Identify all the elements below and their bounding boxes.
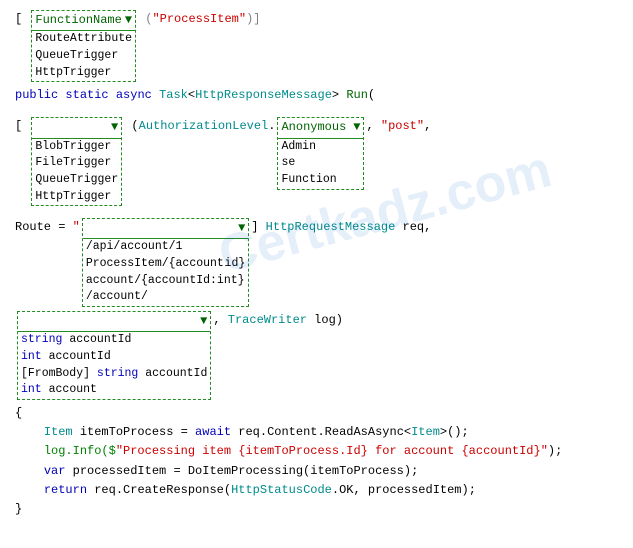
dd-accountid-arrow[interactable]: ▼ xyxy=(200,312,207,331)
body-brace-close: } xyxy=(15,500,618,519)
dd-anonymous[interactable]: Anonymous ▼ Admin se Function xyxy=(277,117,364,189)
body-line-4: return req.CreateResponse(HttpStatusCode… xyxy=(15,481,618,500)
authorizationlevel-text: (AuthorizationLevel. xyxy=(124,117,275,136)
body-line-3: var processedItem = DoItemProcessing(ite… xyxy=(15,462,618,481)
body-line-1: Item itemToProcess = await req.Content.R… xyxy=(15,423,618,442)
section-4: Route = " ▼ /api/account/1 ProcessItem/{… xyxy=(15,218,618,307)
dd-accountid-item-3[interactable]: [FromBody] string accountId xyxy=(18,366,210,383)
spacer-1 xyxy=(15,109,618,117)
kw-async: async xyxy=(116,86,159,105)
dd-blobtrigger-arrow[interactable]: ▼ xyxy=(111,118,118,137)
dd-anonymous-header[interactable]: Anonymous ▼ xyxy=(278,118,363,138)
dd-route-arrow[interactable]: ▼ xyxy=(238,219,245,238)
route-prefix: Route = " xyxy=(15,218,80,237)
dd-route-item-3[interactable]: account/{accountId:int} xyxy=(83,273,248,290)
spacer-2 xyxy=(15,210,618,218)
dd-functionname-item-2[interactable]: QueueTrigger xyxy=(32,48,135,65)
dd-blobtrigger-item-1[interactable]: BlobTrigger xyxy=(32,139,121,156)
generic-task: <HttpResponseMessage> Run( xyxy=(188,86,375,105)
dd-anonymous-item-3[interactable]: Function xyxy=(278,172,363,189)
dd-functionname-header[interactable]: FunctionName ▼ xyxy=(32,11,135,31)
line1-comment: ("ProcessItem")] xyxy=(138,10,260,29)
route-suffix: ] HttpRequestMessage req, xyxy=(251,218,431,237)
kw-static: static xyxy=(65,86,115,105)
dd-accountid-header[interactable]: ▼ xyxy=(18,312,210,332)
body-brace-open: { xyxy=(15,404,618,423)
dd-route-header[interactable]: ▼ xyxy=(83,219,248,239)
dd-blobtrigger[interactable]: ▼ BlobTrigger FileTrigger QueueTrigger H… xyxy=(31,117,122,206)
dd-functionname[interactable]: FunctionName ▼ RouteAttribute QueueTrigg… xyxy=(31,10,136,82)
dd-functionname-item-3[interactable]: HttpTrigger xyxy=(32,65,135,82)
dd-route-item-4[interactable]: /account/ xyxy=(83,289,248,306)
dd-anonymous-label: Anonymous xyxy=(281,118,346,137)
section-2: public static async Task <HttpResponseMe… xyxy=(15,86,618,105)
dd-blobtrigger-item-3[interactable]: QueueTrigger xyxy=(32,172,121,189)
dd-route-item-2[interactable]: ProcessItem/{account id} xyxy=(83,256,248,273)
section-5: ▼ string accountId int accountId [FromBo… xyxy=(15,311,618,400)
dd-accountid[interactable]: ▼ string accountId int accountId [FromBo… xyxy=(17,311,211,400)
dd-blobtrigger-item-4[interactable]: HttpTrigger xyxy=(32,189,121,206)
dd-accountid-item-2[interactable]: int accountId xyxy=(18,349,210,366)
bracket-open-3: [ xyxy=(15,117,29,136)
section-body: { Item itemToProcess = await req.Content… xyxy=(15,404,618,519)
dd-accountid-item-4[interactable]: int account xyxy=(18,382,210,399)
body-line-2: log.Info($"Processing item {itemToProces… xyxy=(15,442,618,461)
type-task: Task xyxy=(159,86,188,105)
section-1: [ FunctionName ▼ RouteAttribute QueueTri… xyxy=(15,10,618,82)
bracket-open-1: [ xyxy=(15,10,29,29)
dd-functionname-item-1[interactable]: RouteAttribute xyxy=(32,31,135,48)
tracewriter-text: , TraceWriter log) xyxy=(213,311,343,330)
kw-public: public xyxy=(15,86,65,105)
section-3: [ ▼ BlobTrigger FileTrigger QueueTrigger… xyxy=(15,117,618,206)
dd-accountid-item-1[interactable]: string accountId xyxy=(18,332,210,349)
dd-blobtrigger-header[interactable]: ▼ xyxy=(32,118,121,138)
dd-anonymous-arrow[interactable]: ▼ xyxy=(353,118,360,137)
code-area: Certkadz.com [ FunctionName ▼ RouteAttri… xyxy=(0,0,633,533)
dd-anonymous-item-1[interactable]: Admin xyxy=(278,139,363,156)
dd-route[interactable]: ▼ /api/account/1 ProcessItem/{account id… xyxy=(82,218,249,307)
dd-functionname-arrow[interactable]: ▼ xyxy=(125,11,132,30)
dd-functionname-label: FunctionName xyxy=(35,11,121,30)
post-text: , "post", xyxy=(366,117,431,136)
line-accountid-row: ▼ string accountId int accountId [FromBo… xyxy=(15,311,618,400)
dd-blobtrigger-item-2[interactable]: FileTrigger xyxy=(32,155,121,172)
line-public: public static async Task <HttpResponseMe… xyxy=(15,86,618,105)
dd-anonymous-item-2[interactable]: se xyxy=(278,155,363,172)
dd-route-item-1[interactable]: /api/account/1 xyxy=(83,239,248,256)
line-route-row: Route = " ▼ /api/account/1 ProcessItem/{… xyxy=(15,218,618,307)
line-3-row: [ ▼ BlobTrigger FileTrigger QueueTrigger… xyxy=(15,117,618,206)
line-1-row: [ FunctionName ▼ RouteAttribute QueueTri… xyxy=(15,10,618,82)
